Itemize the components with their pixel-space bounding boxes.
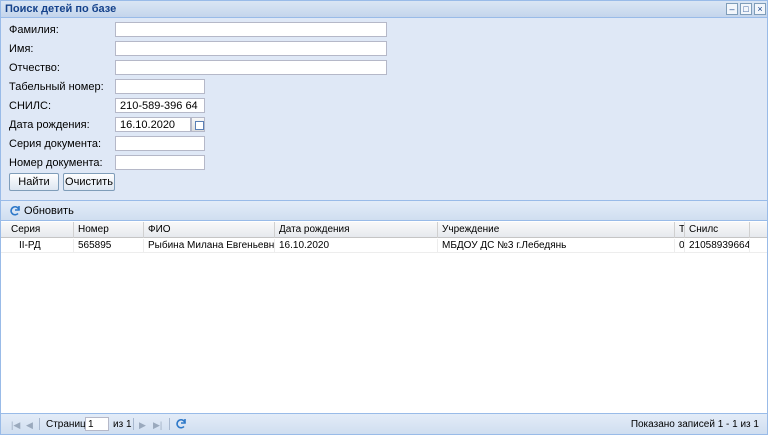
calendar-icon[interactable] — [191, 117, 205, 132]
pager-refresh-icon[interactable] — [175, 418, 187, 430]
find-button[interactable]: Найти — [9, 173, 59, 191]
next-page-icon[interactable]: ▶ — [139, 420, 146, 431]
snils-input[interactable] — [115, 98, 205, 113]
document-number-label: Номер документа: — [9, 157, 103, 169]
document-number-input[interactable] — [115, 155, 205, 170]
pager-separator — [169, 418, 170, 430]
pagination-bar: |◀ ◀ Страница из 1 ▶ ▶| Показано записей… — [1, 413, 767, 434]
column-header-fio[interactable]: ФИО — [144, 222, 275, 238]
pager-separator — [39, 418, 40, 430]
window-titlebar: Поиск детей по базе – □ × — [1, 1, 767, 18]
surname-label: Фамилия: — [9, 24, 59, 36]
pager-separator — [133, 418, 134, 430]
column-header-number[interactable]: Номер — [74, 222, 144, 238]
cell-fio: Рыбина Милана Евгеньевна — [144, 239, 275, 253]
cell-number: 565895 — [74, 239, 144, 253]
grid-header: Серия Номер ФИО Дата рождения Учреждение… — [1, 222, 767, 238]
close-icon[interactable]: × — [754, 3, 766, 15]
name-label: Имя: — [9, 43, 34, 55]
minimize-icon[interactable]: – — [726, 3, 738, 15]
column-header-birth-date[interactable]: Дата рождения — [275, 222, 438, 238]
maximize-icon[interactable]: □ — [740, 3, 752, 15]
prev-page-icon[interactable]: ◀ — [26, 420, 33, 431]
cell-snils: 21058939664 — [685, 239, 750, 253]
results-grid: Обновить Серия Номер ФИО Дата рождения У… — [1, 200, 767, 434]
birth-date-label: Дата рождения: — [9, 119, 90, 131]
column-header-institution[interactable]: Учреждение — [438, 222, 675, 238]
name-input[interactable] — [115, 41, 387, 56]
personnel-number-input[interactable] — [115, 79, 205, 94]
column-header-series[interactable]: Серия — [7, 222, 74, 238]
cell-t: 0 — [675, 239, 685, 253]
window-title: Поиск детей по базе — [5, 3, 117, 15]
personnel-number-label: Табельный номер: — [9, 81, 104, 93]
refresh-button[interactable]: Обновить — [9, 204, 74, 219]
first-page-icon[interactable]: |◀ — [11, 420, 20, 431]
document-series-label: Серия документа: — [9, 138, 102, 150]
cell-series: II-РД — [15, 239, 74, 253]
last-page-icon[interactable]: ▶| — [153, 420, 162, 431]
search-children-window: Поиск детей по базе – □ × Фамилия: Имя: … — [0, 0, 768, 435]
birth-date-input[interactable] — [115, 117, 191, 132]
grid-toolbar: Обновить — [1, 201, 767, 221]
patronymic-input[interactable] — [115, 60, 387, 75]
records-summary: Показано записей 1 - 1 из 1 — [630, 419, 759, 430]
clear-button[interactable]: Очистить — [63, 173, 115, 191]
refresh-label: Обновить — [24, 205, 74, 217]
surname-input[interactable] — [115, 22, 387, 37]
search-form: Фамилия: Имя: Отчество: Табельный номер:… — [1, 19, 767, 199]
patronymic-label: Отчество: — [9, 62, 60, 74]
page-count-label: из 1 — [113, 419, 132, 430]
table-row[interactable]: II-РД 565895 Рыбина Милана Евгеньевна 16… — [1, 239, 767, 253]
snils-label: СНИЛС: — [9, 100, 52, 112]
cell-institution: МБДОУ ДС №3 г.Лебедянь — [438, 239, 675, 253]
column-header-snils[interactable]: Снилс — [685, 222, 750, 238]
cell-birth-date: 16.10.2020 — [275, 239, 438, 253]
column-header-t[interactable]: Т — [675, 222, 685, 238]
page-number-input[interactable] — [85, 417, 109, 431]
refresh-icon — [10, 206, 20, 216]
document-series-input[interactable] — [115, 136, 205, 151]
